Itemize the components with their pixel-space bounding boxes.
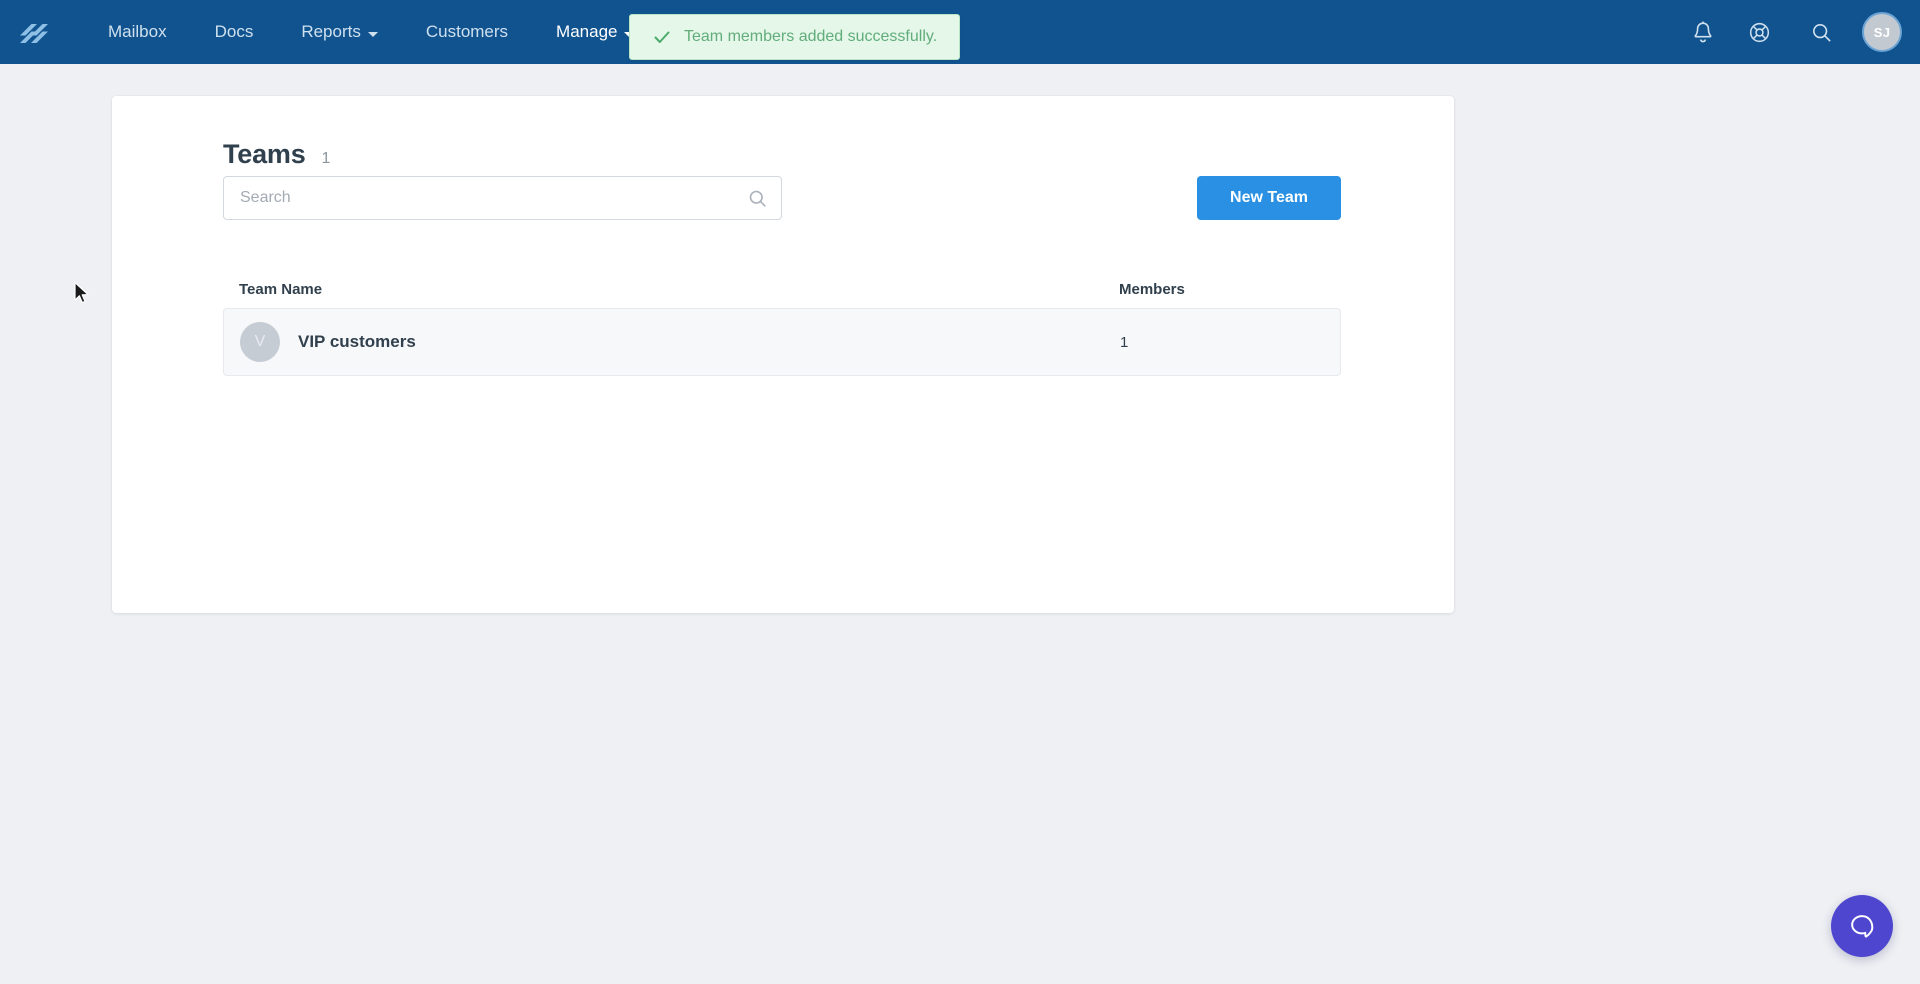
teams-toolbar: New Team bbox=[223, 176, 1341, 220]
nav-link-mailbox[interactable]: Mailbox bbox=[84, 0, 191, 64]
notifications-button[interactable] bbox=[1676, 0, 1730, 64]
column-header-team-name: Team Name bbox=[239, 281, 323, 298]
nav-link-label: Customers bbox=[425, 22, 509, 41]
team-avatar-initial: V bbox=[254, 333, 266, 350]
table-row[interactable]: V VIP customers 1 bbox=[223, 308, 1341, 376]
primary-nav: Mailbox Docs Reports Customers Manage bbox=[84, 0, 658, 64]
check-icon bbox=[654, 31, 670, 43]
page-title: Teams bbox=[223, 139, 306, 169]
column-header-members: Members bbox=[1119, 281, 1185, 298]
nav-right-actions: SJ bbox=[1676, 0, 1920, 64]
teams-card: Teams 1 New Team Team Name Members V bbox=[112, 96, 1454, 613]
cell-members-count: 1 bbox=[1120, 333, 1129, 351]
team-avatar: V bbox=[240, 322, 280, 362]
nav-link-label: Mailbox bbox=[108, 22, 167, 41]
new-team-button[interactable]: New Team bbox=[1197, 176, 1341, 220]
search-icon[interactable] bbox=[747, 188, 768, 214]
helpscout-logo[interactable] bbox=[16, 17, 62, 47]
nav-link-label: Reports bbox=[301, 22, 361, 41]
chevron-down-icon bbox=[367, 31, 378, 37]
avatar-initials: SJ bbox=[1873, 24, 1891, 40]
chat-bubble-icon bbox=[1851, 915, 1874, 938]
avatar[interactable]: SJ bbox=[1862, 12, 1902, 52]
nav-link-docs[interactable]: Docs bbox=[191, 0, 278, 64]
nav-link-reports[interactable]: Reports bbox=[277, 0, 402, 64]
success-toast: Team members added successfully. bbox=[629, 14, 961, 60]
cell-team-name: V VIP customers bbox=[240, 322, 1120, 362]
chat-widget-button[interactable] bbox=[1831, 895, 1893, 957]
search-field-wrapper bbox=[223, 176, 782, 220]
table-header-row: Team Name Members bbox=[223, 281, 1341, 308]
mouse-cursor bbox=[73, 281, 91, 311]
toast-message: Team members added successfully. bbox=[684, 28, 938, 45]
teams-table: Team Name Members V VIP customers 1 bbox=[223, 281, 1341, 376]
nav-link-label: Docs bbox=[214, 22, 254, 41]
page-header: Teams 1 bbox=[223, 139, 330, 170]
help-button[interactable] bbox=[1730, 0, 1794, 64]
nav-link-label: Manage bbox=[556, 22, 618, 41]
global-search-button[interactable] bbox=[1794, 0, 1848, 64]
nav-link-customers[interactable]: Customers bbox=[402, 0, 532, 64]
teams-count: 1 bbox=[321, 150, 331, 167]
search-input[interactable] bbox=[223, 176, 782, 220]
team-name-label: VIP customers bbox=[298, 332, 416, 351]
